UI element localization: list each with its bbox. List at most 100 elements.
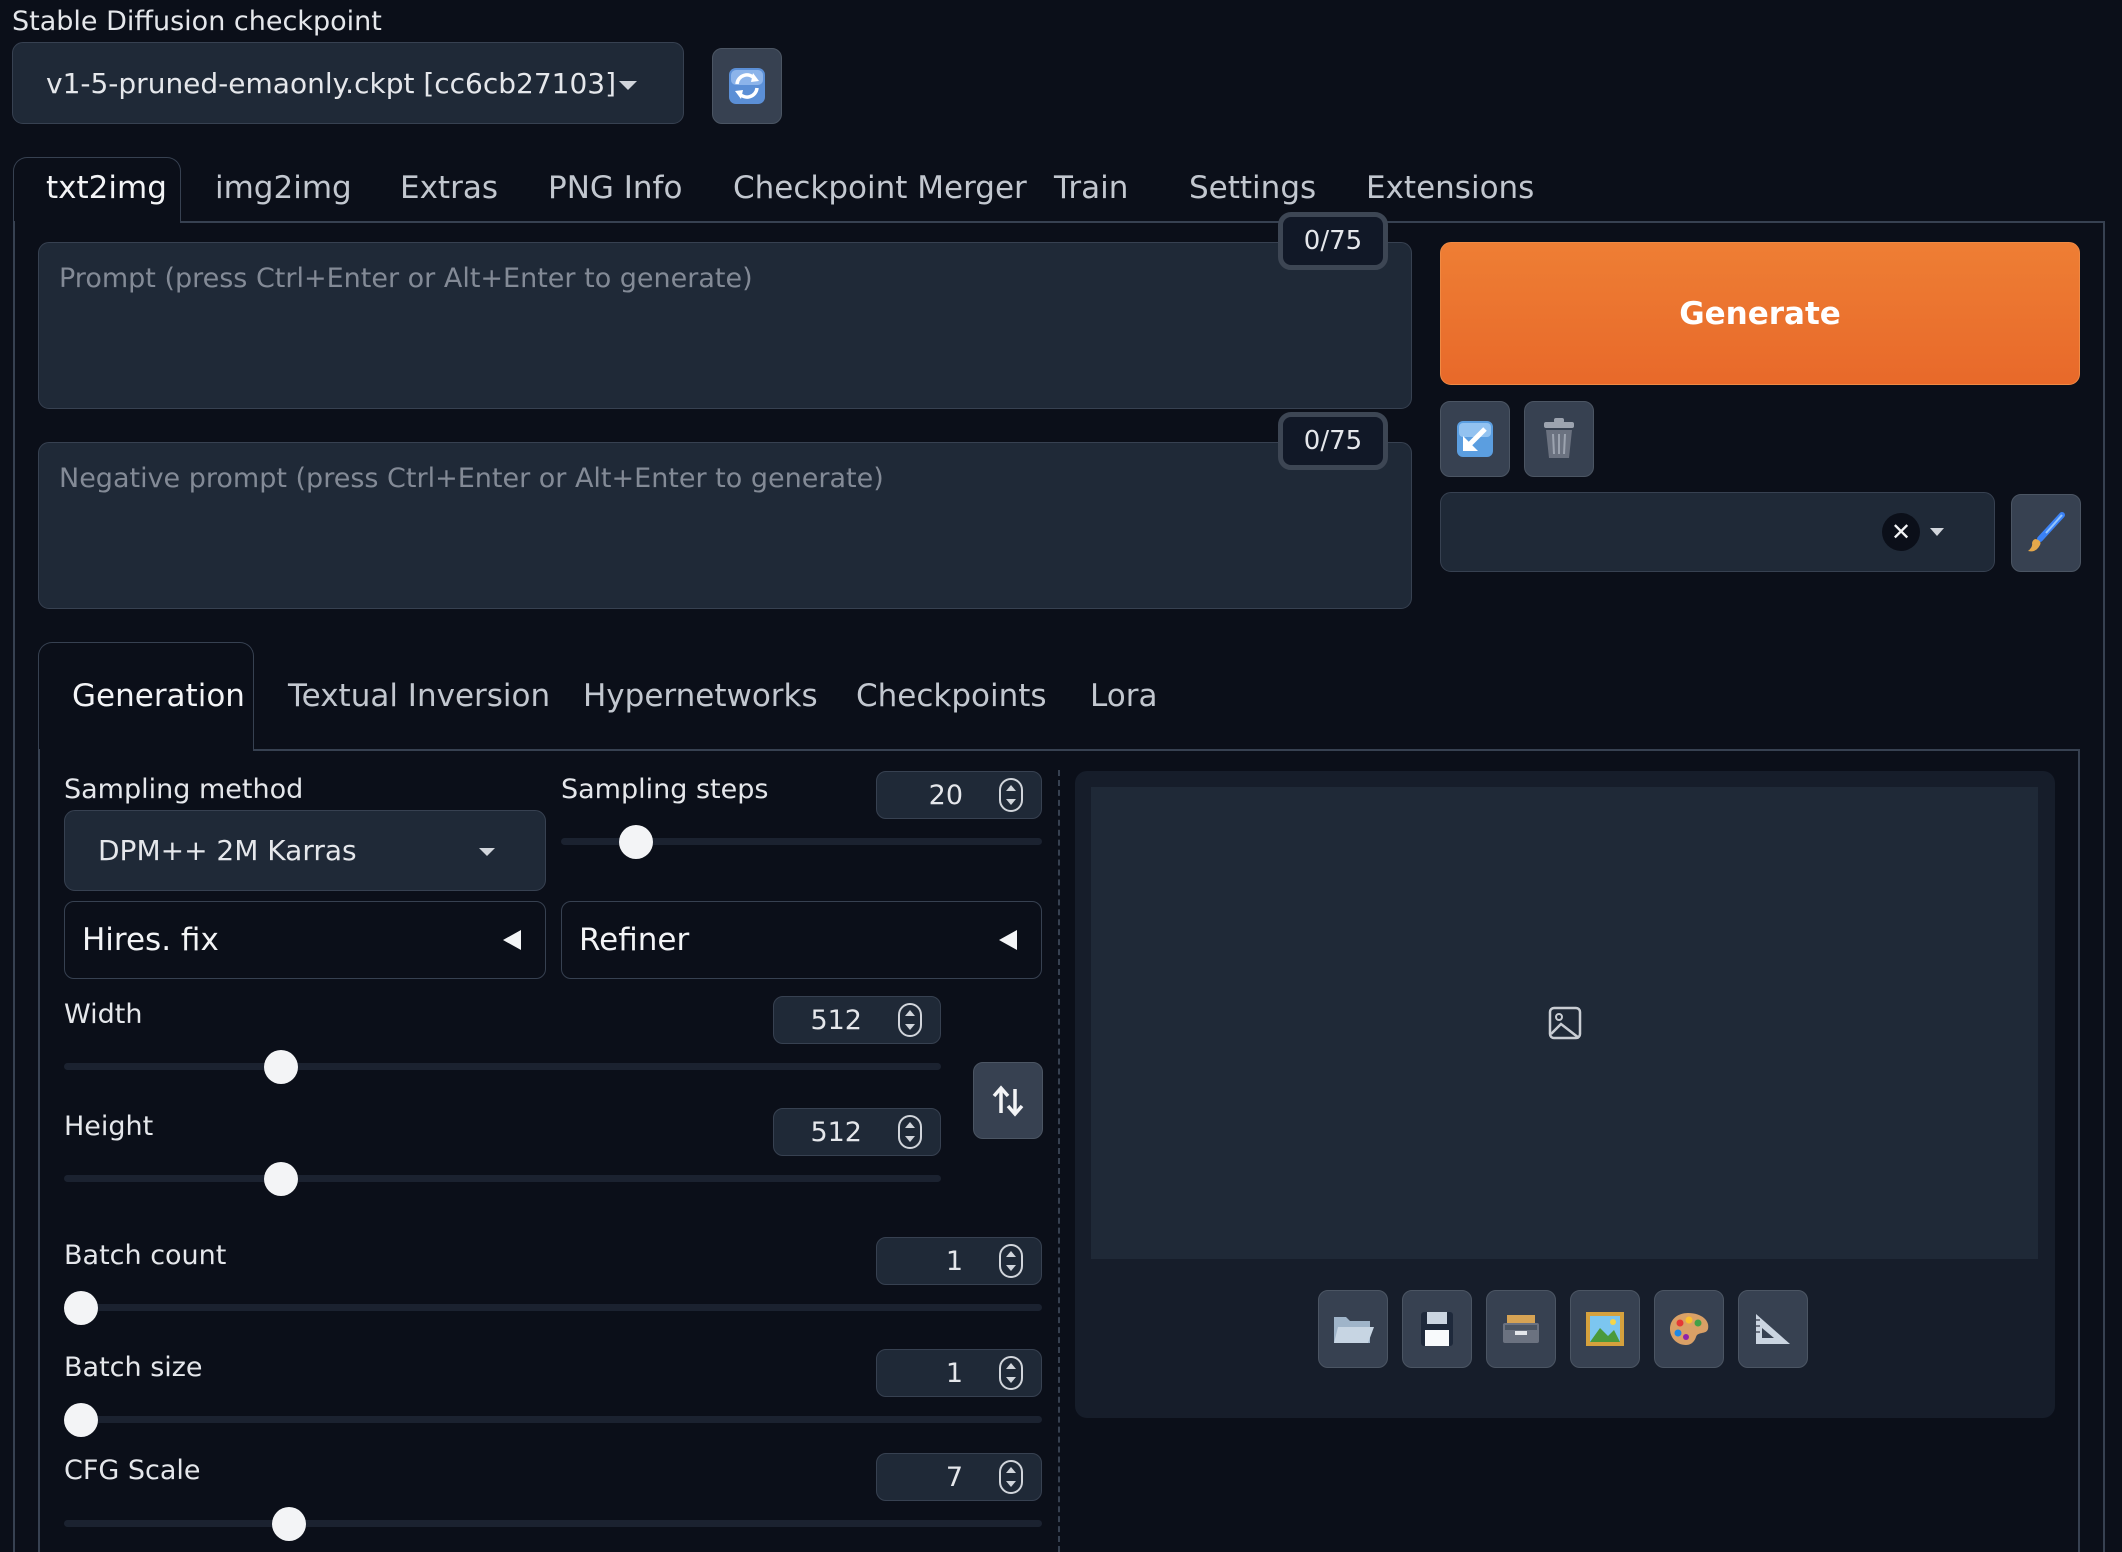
tab-generation[interactable]: Generation: [72, 678, 245, 714]
spinner-icon[interactable]: [898, 1003, 922, 1037]
batch-size-thumb[interactable]: [64, 1403, 98, 1437]
triangle-ruler-icon: [1756, 1314, 1790, 1344]
panel-right-border: [2103, 221, 2105, 1552]
cfg-scale-thumb[interactable]: [271, 1507, 306, 1541]
chevron-down-icon: [479, 848, 495, 856]
refiner-label: Refiner: [579, 922, 690, 958]
palette-icon: [1670, 1313, 1709, 1345]
sampling-method-value: DPM++ 2M Karras: [98, 834, 357, 867]
spinner-icon[interactable]: [999, 1460, 1023, 1494]
checkpoint-dropdown[interactable]: v1-5-pruned-emaonly.ckpt [cc6cb27103]: [12, 42, 684, 124]
folder-icon: [1334, 1317, 1374, 1343]
tab-png-info[interactable]: PNG Info: [548, 170, 682, 206]
swap-dimensions-button[interactable]: [973, 1062, 1043, 1139]
subpanel-right-border: [2078, 749, 2080, 1552]
width-value: 512: [810, 1005, 862, 1036]
sampling-method-label: Sampling method: [64, 774, 304, 805]
batch-count-input[interactable]: 1: [876, 1237, 1042, 1285]
checkpoint-value: v1-5-pruned-emaonly.ckpt [cc6cb27103]: [46, 66, 617, 100]
batch-size-track[interactable]: [64, 1416, 1042, 1423]
x-circle-icon[interactable]: ✕: [1882, 513, 1920, 551]
batch-size-label: Batch size: [64, 1352, 203, 1383]
open-folder-button[interactable]: [1318, 1290, 1388, 1368]
zip-button[interactable]: [1486, 1290, 1556, 1368]
width-thumb[interactable]: [263, 1050, 298, 1084]
arrow-down-left-icon: [1457, 421, 1493, 457]
width-label: Width: [64, 999, 143, 1030]
paste-prompt-button[interactable]: [1440, 401, 1510, 477]
send-to-inpaint-button[interactable]: [1654, 1290, 1724, 1368]
cfg-scale-value: 7: [945, 1462, 963, 1493]
negative-prompt-token-counter: 0/75: [1278, 412, 1388, 470]
batch-size-value: 1: [945, 1358, 963, 1389]
height-thumb[interactable]: [263, 1162, 298, 1196]
tab-train[interactable]: Train: [1054, 170, 1128, 206]
width-input[interactable]: 512: [773, 996, 941, 1044]
batch-size-input[interactable]: 1: [876, 1349, 1042, 1397]
tab-extras[interactable]: Extras: [400, 170, 498, 206]
sampling-method-dropdown[interactable]: DPM++ 2M Karras: [64, 810, 546, 891]
height-input[interactable]: 512: [773, 1108, 941, 1156]
spinner-icon[interactable]: [898, 1115, 922, 1149]
clear-prompt-button[interactable]: [1524, 401, 1594, 477]
tabs-divider: [180, 221, 2105, 223]
panel-left-border: [13, 221, 15, 1552]
batch-count-label: Batch count: [64, 1240, 227, 1271]
tab-checkpoint-merger[interactable]: Checkpoint Merger: [733, 170, 1027, 206]
tab-img2img[interactable]: img2img: [215, 170, 352, 206]
framed-picture-icon: [1586, 1312, 1624, 1346]
zip-archive-icon: [1503, 1315, 1539, 1343]
column-resize-handle[interactable]: [1058, 770, 1060, 1552]
swap-vertical-icon: [992, 1084, 1024, 1117]
tab-textual-inversion[interactable]: Textual Inversion: [288, 678, 550, 714]
negative-prompt-input[interactable]: [38, 442, 1412, 609]
subtabs-divider: [253, 749, 2080, 751]
cfg-scale-track[interactable]: [64, 1520, 1042, 1527]
spinner-icon[interactable]: [999, 1244, 1023, 1278]
generate-button[interactable]: Generate: [1440, 242, 2080, 385]
triangle-left-icon: [999, 930, 1017, 950]
tab-checkpoints[interactable]: Checkpoints: [856, 678, 1047, 714]
checkpoint-label: Stable Diffusion checkpoint: [12, 6, 382, 37]
tab-lora[interactable]: Lora: [1090, 678, 1157, 714]
tab-txt2img[interactable]: txt2img: [46, 170, 167, 206]
trash-icon: [1544, 418, 1574, 458]
refresh-checkpoint-button[interactable]: [712, 48, 782, 124]
prompt-token-counter: 0/75: [1278, 212, 1388, 270]
chevron-down-icon: [619, 81, 637, 90]
batch-count-track[interactable]: [64, 1304, 1042, 1311]
output-image-area[interactable]: [1091, 787, 2038, 1259]
send-to-img2img-button[interactable]: [1570, 1290, 1640, 1368]
refiner-accordion[interactable]: Refiner: [561, 901, 1042, 979]
edit-styles-button[interactable]: [2011, 494, 2081, 572]
send-to-extras-button[interactable]: [1738, 1290, 1808, 1368]
sampling-steps-thumb[interactable]: [619, 825, 654, 859]
height-label: Height: [64, 1111, 154, 1142]
cfg-scale-label: CFG Scale: [64, 1455, 201, 1486]
save-button[interactable]: [1402, 1290, 1472, 1368]
styles-dropdown[interactable]: ✕: [1440, 492, 1995, 572]
triangle-left-icon: [503, 930, 521, 950]
chevron-down-icon[interactable]: [1930, 528, 1944, 536]
refresh-icon: [729, 68, 765, 104]
height-track[interactable]: [64, 1175, 941, 1182]
sampling-steps-value: 20: [928, 780, 963, 811]
batch-count-value: 1: [945, 1246, 963, 1277]
height-value: 512: [810, 1117, 862, 1148]
prompt-input[interactable]: [38, 242, 1412, 409]
tab-hypernetworks[interactable]: Hypernetworks: [583, 678, 818, 714]
spinner-icon[interactable]: [999, 778, 1023, 812]
spinner-icon[interactable]: [999, 1356, 1023, 1390]
width-track[interactable]: [64, 1063, 941, 1070]
cfg-scale-input[interactable]: 7: [876, 1453, 1042, 1501]
sampling-steps-input[interactable]: 20: [876, 771, 1042, 819]
batch-count-thumb[interactable]: [64, 1291, 98, 1325]
tab-settings[interactable]: Settings: [1189, 170, 1316, 206]
hires-fix-accordion[interactable]: Hires. fix: [64, 901, 546, 979]
image-icon: [1548, 1006, 1582, 1040]
hires-fix-label: Hires. fix: [82, 922, 219, 958]
sampling-steps-label: Sampling steps: [561, 774, 769, 805]
subpanel-left-border: [38, 749, 40, 1552]
paintbrush-icon: [2028, 512, 2065, 552]
tab-extensions[interactable]: Extensions: [1366, 170, 1534, 206]
